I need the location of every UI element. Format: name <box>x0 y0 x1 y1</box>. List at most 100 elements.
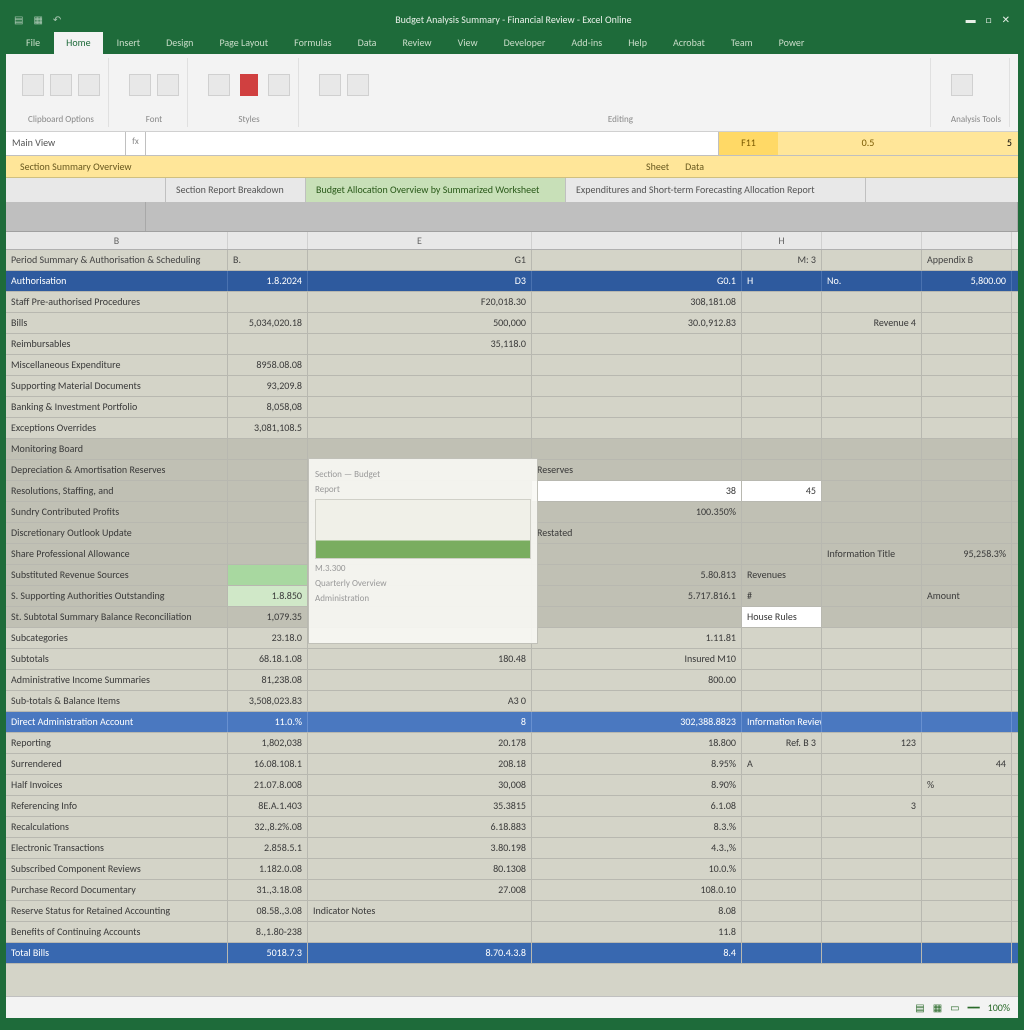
cell[interactable] <box>822 481 922 501</box>
style-icon[interactable] <box>268 74 290 96</box>
cell[interactable]: Insured M10 <box>532 649 742 669</box>
cell[interactable] <box>822 691 922 711</box>
cell[interactable]: # <box>742 586 822 606</box>
cell[interactable] <box>822 460 922 480</box>
tab-review[interactable]: Review <box>390 32 443 54</box>
cell[interactable] <box>822 838 922 858</box>
cell[interactable] <box>228 481 308 501</box>
tab-developer[interactable]: Developer <box>492 32 558 54</box>
cell[interactable] <box>922 439 1012 459</box>
table-row[interactable]: Reserve Status for Retained Accounting08… <box>6 901 1018 922</box>
cell[interactable]: 8958.08.08 <box>228 355 308 375</box>
cell[interactable]: B. <box>228 250 308 270</box>
cell[interactable]: 38 <box>532 481 742 501</box>
table-row[interactable]: Recalculations32.,8.2%.086.18.8838.3.% <box>6 817 1018 838</box>
cell[interactable]: 80.1308 <box>308 859 532 879</box>
cell[interactable]: 1.8.850 <box>228 586 308 606</box>
data-label[interactable]: Data <box>677 160 712 173</box>
cell[interactable]: Depreciation & Amortisation Reserves <box>6 460 228 480</box>
cell[interactable] <box>822 754 922 774</box>
cell[interactable] <box>822 565 922 585</box>
table-row[interactable]: Subtotals68.18.1.08180.48Insured M10 <box>6 649 1018 670</box>
cell[interactable] <box>532 544 742 564</box>
cell[interactable]: 2.858.5.1 <box>228 838 308 858</box>
cell[interactable] <box>822 649 922 669</box>
worksheet-tab[interactable]: Expenditures and Short-term Forecasting … <box>566 178 866 202</box>
sort-icon[interactable] <box>319 74 341 96</box>
cell[interactable] <box>228 334 308 354</box>
view-layout-icon[interactable]: ▦ <box>933 1001 942 1014</box>
cell[interactable]: Authorisation <box>6 271 228 291</box>
cell[interactable]: 8.90% <box>532 775 742 795</box>
cell[interactable]: Reserves <box>532 460 742 480</box>
cell[interactable]: Bills <box>6 313 228 333</box>
cell[interactable] <box>822 292 922 312</box>
table-row[interactable]: Period Summary & Authorisation & Schedul… <box>6 250 1018 271</box>
cell[interactable] <box>822 250 922 270</box>
cell[interactable] <box>822 775 922 795</box>
cell[interactable]: Period Summary & Authorisation & Schedul… <box>6 250 228 270</box>
table-row[interactable]: Authorisation1.8.2024D3G0.1HNo.5,800.00 <box>6 271 1018 292</box>
cell[interactable]: Share Professional Allowance <box>6 544 228 564</box>
cell[interactable] <box>922 712 1012 732</box>
cell[interactable] <box>822 901 922 921</box>
qat-icon[interactable]: ▦ <box>33 13 42 26</box>
cell[interactable] <box>532 355 742 375</box>
cell[interactable] <box>822 502 922 522</box>
table-row[interactable]: Reimbursables35,118.0 <box>6 334 1018 355</box>
cell[interactable] <box>922 943 1012 963</box>
cell[interactable]: Reporting <box>6 733 228 753</box>
cell[interactable]: A3 0 <box>308 691 532 711</box>
table-row[interactable]: Reporting1,802,03820.17818.800Ref. B 312… <box>6 733 1018 754</box>
cell[interactable] <box>922 691 1012 711</box>
cell[interactable]: 11.8 <box>532 922 742 942</box>
cell[interactable]: Administrative Income Summaries <box>6 670 228 690</box>
table-row[interactable]: Electronic Transactions2.858.5.13.80.198… <box>6 838 1018 859</box>
tab-insert[interactable]: Insert <box>105 32 153 54</box>
cell[interactable] <box>922 355 1012 375</box>
cell[interactable] <box>742 775 822 795</box>
cell[interactable] <box>742 313 822 333</box>
table-row[interactable]: Benefits of Continuing Accounts8.,1.80-2… <box>6 922 1018 943</box>
cell[interactable] <box>822 355 922 375</box>
cell[interactable] <box>822 817 922 837</box>
cell[interactable] <box>822 523 922 543</box>
cell[interactable]: 20.178 <box>308 733 532 753</box>
cell[interactable]: No. <box>822 271 922 291</box>
cell[interactable]: Restated <box>532 523 742 543</box>
cell[interactable] <box>922 502 1012 522</box>
cell[interactable]: 44 <box>922 754 1012 774</box>
cell[interactable] <box>822 439 922 459</box>
cell[interactable] <box>922 607 1012 627</box>
cell[interactable]: 93,209.8 <box>228 376 308 396</box>
cell[interactable]: 5,034,020.18 <box>228 313 308 333</box>
paste-icon[interactable] <box>22 74 44 96</box>
tab-data[interactable]: Data <box>346 32 389 54</box>
col-header[interactable]: H <box>742 232 822 249</box>
cell[interactable]: 3,081,108.5 <box>228 418 308 438</box>
cell[interactable]: 5.717.816.1 <box>532 586 742 606</box>
table-row[interactable]: Banking & Investment Portfolio8,058,08 <box>6 397 1018 418</box>
cell[interactable]: 208.18 <box>308 754 532 774</box>
cell[interactable] <box>742 817 822 837</box>
cell[interactable]: 800.00 <box>532 670 742 690</box>
cell[interactable] <box>922 670 1012 690</box>
cell[interactable] <box>308 670 532 690</box>
col-header[interactable]: E <box>308 232 532 249</box>
cell[interactable]: 180.48 <box>308 649 532 669</box>
cell[interactable]: 1,802,038 <box>228 733 308 753</box>
cell[interactable]: Surrendered <box>6 754 228 774</box>
cell[interactable]: Reimbursables <box>6 334 228 354</box>
cell[interactable]: 8.70.4.3.8 <box>308 943 532 963</box>
cell[interactable] <box>308 397 532 417</box>
cell[interactable]: Subtotals <box>6 649 228 669</box>
cell[interactable]: St. Subtotal Summary Balance Reconciliat… <box>6 607 228 627</box>
cell[interactable]: 100.350% <box>532 502 742 522</box>
cell[interactable] <box>922 796 1012 816</box>
cell[interactable]: Reserve Status for Retained Accounting <box>6 901 228 921</box>
cell[interactable] <box>922 418 1012 438</box>
fx-icon[interactable]: fx <box>126 132 146 155</box>
cell[interactable] <box>922 460 1012 480</box>
cell[interactable]: 8.08 <box>532 901 742 921</box>
analyze-icon[interactable] <box>951 74 973 96</box>
